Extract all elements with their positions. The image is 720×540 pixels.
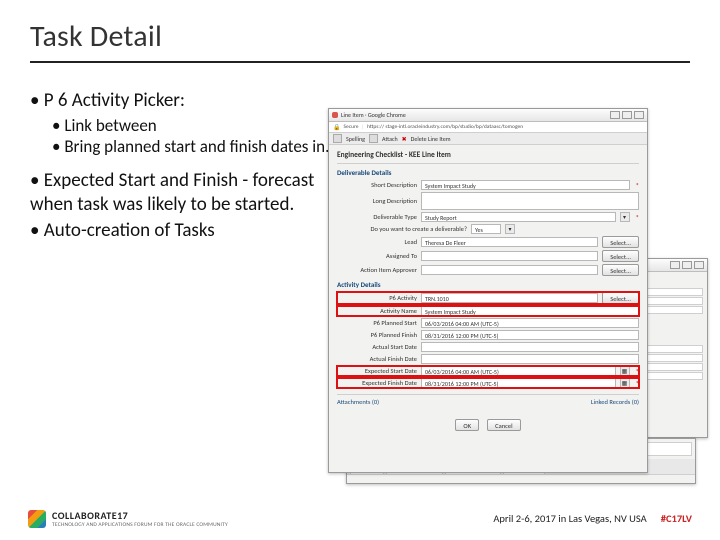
select-assigned-button[interactable]: Select...: [602, 250, 639, 262]
field-lead[interactable]: Theresa De Fleer: [421, 237, 598, 247]
calendar-icon[interactable]: ▦: [620, 366, 630, 376]
field-p6-start: 06/03/2016 04:00 AM (UTC-5): [421, 318, 639, 328]
field-act-name[interactable]: System Impact Study: [421, 306, 639, 316]
label-want-del: Do you want to create a deliverable?: [337, 225, 467, 233]
required-icon: *: [636, 181, 640, 190]
bullet-auto-create: Auto-creation of Tasks: [30, 219, 340, 243]
chevron-down-icon[interactable]: ▾: [620, 212, 630, 222]
label-act-name: Activity Name: [337, 307, 417, 315]
section-linked[interactable]: Linked Records (0): [591, 398, 639, 406]
ok-button[interactable]: OK: [455, 419, 479, 431]
label-p6-finish: P6 Planned Finish: [337, 331, 417, 339]
url-text: https:// stage-intl.oracleindustry.com/b…: [367, 124, 523, 130]
slide-title: Task Detail: [30, 18, 690, 55]
window-controls[interactable]: [610, 111, 644, 119]
window-title: Line Item · Google Chrome: [341, 111, 406, 119]
field-long-desc[interactable]: [421, 192, 639, 210]
required-icon: *: [636, 213, 640, 222]
spelling-icon[interactable]: [333, 134, 342, 143]
collaborate-logo-icon: [28, 510, 46, 528]
label-act-finish: Actual Finish Date: [337, 355, 417, 363]
title-divider: [30, 61, 690, 63]
chrome-icon: [332, 112, 338, 118]
select-p6-button[interactable]: Select...: [602, 292, 639, 304]
field-del-type[interactable]: Study Report: [421, 212, 616, 222]
section-deliverable: Deliverable Details: [337, 168, 639, 177]
main-window: Line Item · Google Chrome 🔒 Secure | htt…: [328, 108, 648, 473]
field-approver[interactable]: [421, 265, 598, 275]
cancel-button[interactable]: Cancel: [487, 419, 520, 431]
delete-label: Delete Line Item: [411, 135, 451, 143]
attach-icon[interactable]: [369, 134, 378, 143]
secure-label: Secure: [343, 124, 358, 130]
bullet-p6-picker: P 6 Activity Picker:: [30, 89, 340, 113]
bullet-expected: Expected Start and Finish - forecast whe…: [30, 169, 340, 217]
label-assigned: Assigned To: [337, 252, 417, 260]
field-exp-finish[interactable]: 08/31/2016 12:00 PM (UTC-5): [421, 378, 616, 388]
footer-date-location: April 2-6, 2017 in Las Vegas, NV USA: [493, 512, 646, 525]
page-heading: Engineering Checklist - KEE Line Item: [337, 151, 639, 160]
field-short-desc[interactable]: System Impact Study: [421, 180, 630, 190]
label-exp-finish: Expected Finish Date: [337, 379, 417, 387]
label-exp-start: Expected Start Date: [337, 367, 417, 375]
field-p6-finish: 08/31/2016 12:00 PM (UTC-5): [421, 330, 639, 340]
section-attachments[interactable]: Attachments (0): [337, 398, 379, 406]
section-activity: Activity Details: [337, 280, 639, 289]
field-p6-activity[interactable]: TRN.1010: [421, 293, 598, 303]
lock-icon: 🔒: [333, 123, 340, 131]
label-approver: Action Item Approver: [337, 266, 417, 274]
label-short-desc: Short Description: [337, 181, 417, 189]
spelling-label: Spelling: [346, 135, 365, 143]
sub-bullet-link: Link between: [52, 115, 340, 136]
brand-name: COLLABORATE17: [52, 509, 228, 522]
label-long-desc: Long Description: [337, 197, 417, 205]
chevron-down-icon[interactable]: ▾: [505, 224, 515, 234]
select-approver-button[interactable]: Select...: [602, 264, 639, 276]
calendar-icon[interactable]: ▦: [620, 378, 630, 388]
text-column: P 6 Activity Picker: Link between Bring …: [30, 87, 340, 245]
select-lead-button[interactable]: Select...: [602, 236, 639, 248]
footer-hashtag: #C17LV: [661, 512, 692, 525]
field-act-start[interactable]: [421, 342, 639, 352]
label-act-start: Actual Start Date: [337, 343, 417, 351]
label-p6-activity: P6 Activity: [337, 294, 417, 302]
delete-icon[interactable]: ✖: [402, 135, 407, 143]
field-want-del[interactable]: Yes: [471, 224, 501, 234]
field-exp-start[interactable]: 06/03/2016 04:00 AM (UTC-5): [421, 366, 616, 376]
field-assigned[interactable]: [421, 251, 598, 261]
screenshot-stack: …005 · unifier.app — 2276 · 2578 Size Di…: [328, 108, 708, 488]
label-lead: Lead: [337, 238, 417, 246]
sub-bullet-dates: Bring planned start and finish dates in.: [52, 136, 340, 157]
required-icon: *: [636, 379, 640, 388]
label-p6-start: P6 Planned Start: [337, 319, 417, 327]
brand-tagline: TECHNOLOGY AND APPLICATIONS FORUM FOR TH…: [52, 522, 228, 528]
label-del-type: Deliverable Type: [337, 213, 417, 221]
required-icon: *: [636, 367, 640, 376]
slide-footer: COLLABORATE17 TECHNOLOGY AND APPLICATION…: [0, 509, 720, 528]
field-act-finish[interactable]: [421, 354, 639, 364]
attach-label: Attach: [382, 135, 398, 143]
